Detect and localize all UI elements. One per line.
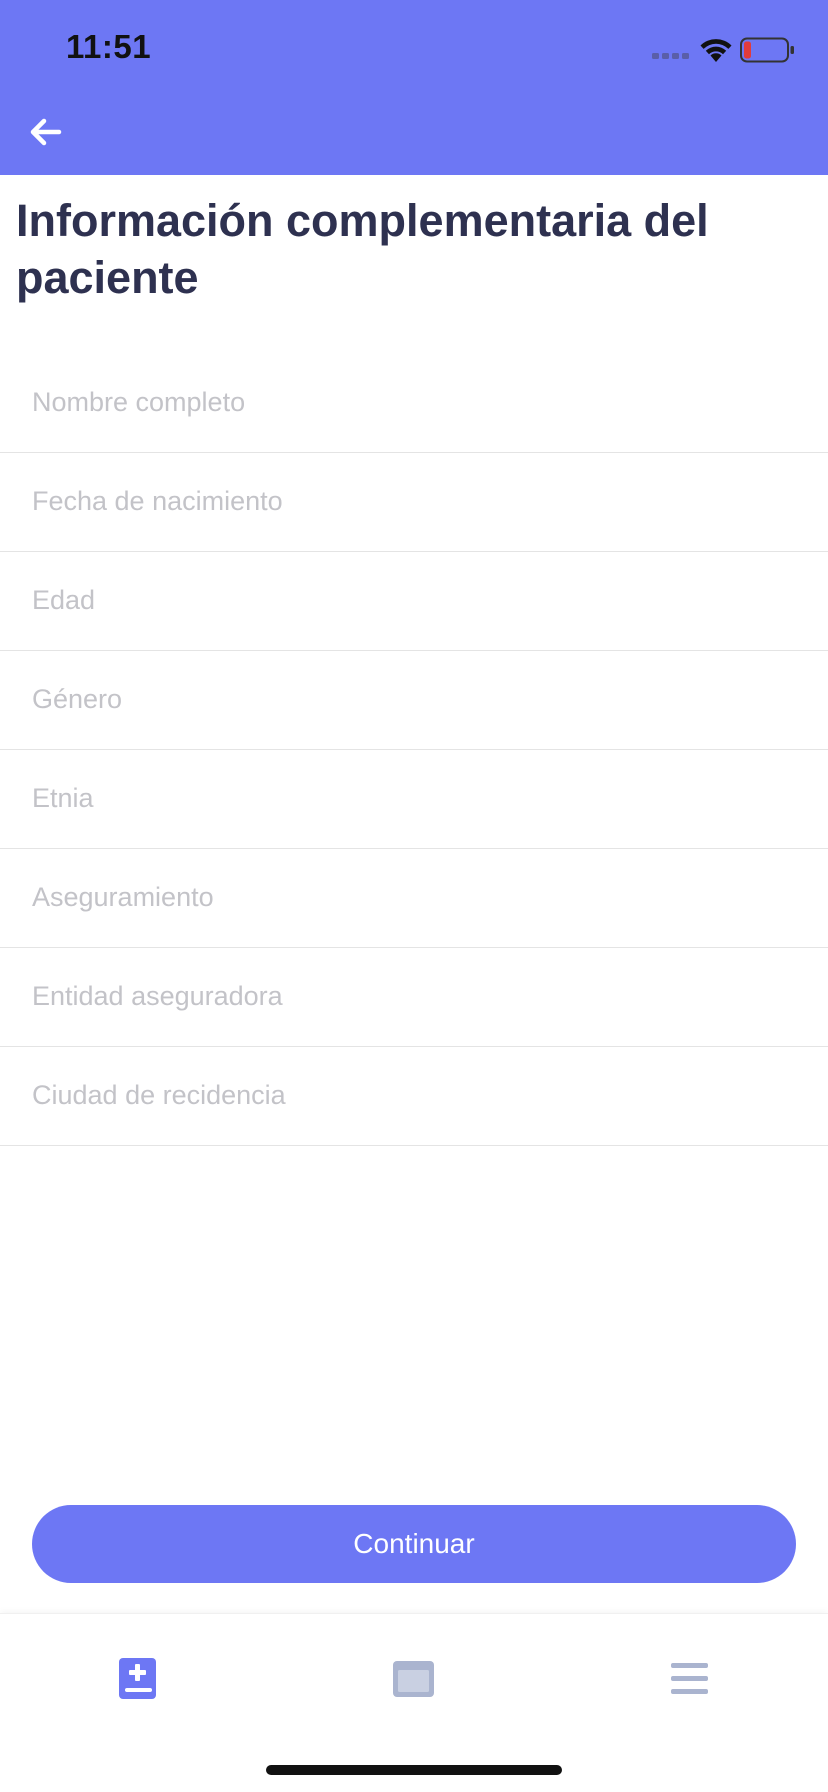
city-input[interactable] (32, 1047, 792, 1146)
age-field-row (0, 552, 828, 651)
status-time: 11:51 (66, 28, 152, 65)
arrow-left-icon (30, 118, 62, 146)
gender-field-row (0, 651, 828, 750)
header-bar: 11:51 (0, 0, 828, 175)
screen: 11:51 Información complementaria del pac… (0, 0, 828, 1792)
full-name-input[interactable] (32, 354, 792, 453)
tab-medical-record[interactable] (98, 1644, 178, 1714)
menu-icon (671, 1663, 708, 1694)
insurance-field-row (0, 849, 828, 948)
insurance-input[interactable] (32, 849, 792, 948)
page-title: Información complementaria del paciente (16, 195, 709, 303)
wifi-icon (700, 39, 732, 62)
continue-button[interactable]: Continuar (32, 1505, 796, 1583)
full-name-field-row (0, 354, 828, 453)
ethnicity-field-row (0, 750, 828, 849)
tab-bar (0, 1613, 828, 1792)
insurer-field-row (0, 948, 828, 1047)
gender-input[interactable] (32, 651, 792, 750)
card-icon (393, 1660, 434, 1697)
birth-date-input[interactable] (32, 453, 792, 552)
tab-card[interactable] (374, 1644, 454, 1714)
home-indicator[interactable] (266, 1765, 562, 1775)
battery-icon (740, 37, 794, 63)
cellular-signal-icon (652, 53, 689, 59)
tab-menu[interactable] (650, 1644, 730, 1714)
city-field-row (0, 1047, 828, 1146)
ethnicity-input[interactable] (32, 750, 792, 849)
medical-book-icon (119, 1658, 156, 1699)
insurer-input[interactable] (32, 948, 792, 1047)
birth-date-field-row (0, 453, 828, 552)
age-input[interactable] (32, 552, 792, 651)
patient-info-form (0, 354, 828, 1146)
back-button[interactable] (22, 108, 70, 156)
